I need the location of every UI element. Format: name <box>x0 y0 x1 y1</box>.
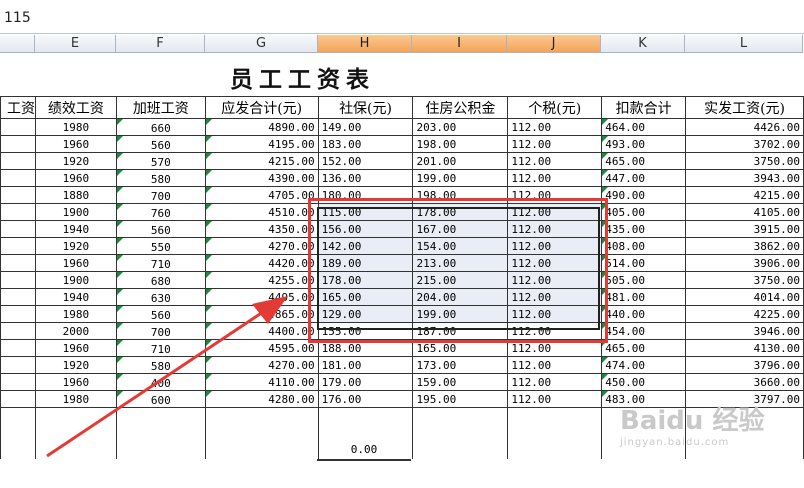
watermark-text: Baidu 经验 <box>620 406 765 436</box>
watermark-sub: jingyan.baidu.com <box>620 437 730 448</box>
baidu-watermark: Baidu 经验 jingyan.baidu.com <box>620 400 764 448</box>
sum-cell[interactable]: 0.00 <box>317 441 411 461</box>
